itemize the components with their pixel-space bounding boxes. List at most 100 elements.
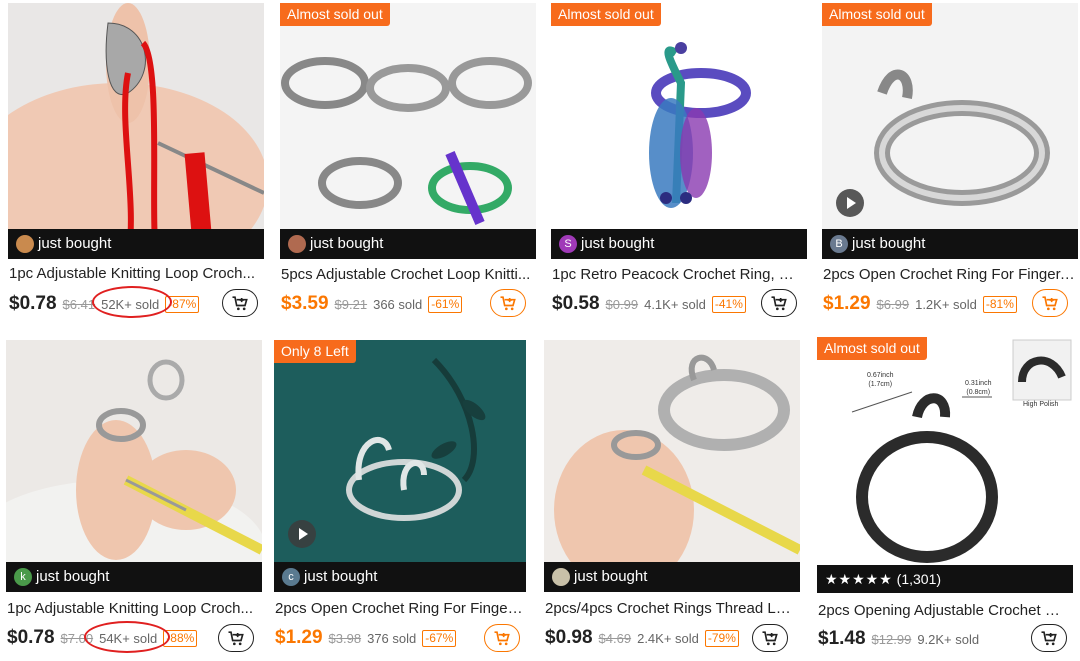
add-to-cart-icon <box>232 296 248 311</box>
price: $1.29 <box>823 293 871 314</box>
discount-badge: -61% <box>428 295 463 313</box>
just-bought-label: just bought <box>852 235 926 252</box>
product-title[interactable]: 5pcs Adjustable Crochet Loop Knitti... <box>281 266 533 283</box>
product-card[interactable]: Only 8 Left c just bought 2pcs Open Croc… <box>274 340 530 660</box>
original-price: $9.21 <box>334 296 368 312</box>
original-price: $0.99 <box>605 296 639 312</box>
product-image[interactable]: Only 8 Left c just bought <box>274 340 526 592</box>
sold-count: 4.1K+ sold <box>644 296 706 312</box>
price: $0.98 <box>545 627 593 648</box>
add-to-cart-button[interactable] <box>1032 289 1068 317</box>
add-to-cart-icon <box>500 296 516 311</box>
price-row: $3.59 $9.21 366 sold -61% <box>281 291 463 317</box>
just-bought-bar: k just bought <box>6 562 262 592</box>
sold-count: 9.2K+ sold <box>917 631 980 647</box>
price: $0.78 <box>9 293 57 314</box>
original-price: $3.98 <box>328 630 362 646</box>
play-icon[interactable] <box>836 189 864 217</box>
play-icon[interactable] <box>288 520 316 548</box>
discount-badge: -79% <box>704 629 739 647</box>
product-title[interactable]: 1pc Adjustable Knitting Loop Croch... <box>7 600 259 617</box>
star-icon: ★★★★★ <box>825 571 893 587</box>
product-card[interactable]: k just bought 1pc Adjustable Knitting Lo… <box>6 340 262 660</box>
dimension-inch: 0.67inch <box>867 372 894 379</box>
dimension-cm: (1.7cm) <box>868 381 893 388</box>
product-title[interactable]: 1pc Retro Peacock Crochet Ring, Cro... <box>552 266 804 283</box>
add-to-cart-button[interactable] <box>1031 624 1067 652</box>
product-title[interactable]: 2pcs/4pcs Crochet Rings Thread Lea... <box>545 600 797 617</box>
just-bought-bar: just bought <box>544 562 800 592</box>
product-photo <box>8 3 264 259</box>
product-photo <box>280 3 536 259</box>
discount-badge: -81% <box>982 295 1017 313</box>
product-photo <box>817 337 1073 593</box>
buyer-avatar: k <box>14 568 32 586</box>
add-to-cart-button[interactable] <box>490 289 526 317</box>
add-to-cart-button[interactable] <box>218 624 254 652</box>
sold-count: 1.2K+ sold <box>915 296 977 312</box>
price-row: $1.29 $3.98 376 sold -67% <box>275 625 457 651</box>
just-bought-bar: B just bought <box>822 229 1078 259</box>
stock-badge: Only 8 Left <box>274 340 356 363</box>
product-card[interactable]: just bought 1pc Adjustable Knitting Loop… <box>8 3 264 323</box>
add-to-cart-button[interactable] <box>752 624 788 652</box>
price: $3.59 <box>281 293 329 314</box>
product-photo <box>822 3 1078 259</box>
stock-badge: Almost sold out <box>822 3 932 26</box>
sold-count: 376 sold <box>367 630 417 646</box>
price-row: $0.98 $4.69 2.4K+ sold -79% <box>545 625 739 651</box>
stock-badge: Almost sold out <box>817 337 927 360</box>
add-to-cart-icon <box>1042 296 1058 311</box>
just-bought-label: just bought <box>304 568 378 585</box>
buyer-avatar <box>552 568 570 586</box>
product-image[interactable]: Almost sold out S just bought <box>551 3 807 259</box>
just-bought-label: just bought <box>38 235 112 252</box>
review-count: (1,301) <box>896 571 942 587</box>
discount-badge: -41% <box>711 295 746 313</box>
add-to-cart-icon <box>762 631 778 646</box>
highlight-circle <box>84 621 170 653</box>
add-to-cart-button[interactable] <box>222 289 258 317</box>
buyer-avatar: S <box>559 235 577 253</box>
discount-badge: -67% <box>422 629 457 647</box>
product-title[interactable]: 2pcs Opening Adjustable Crochet W... <box>818 602 1070 619</box>
product-photo <box>274 340 526 592</box>
product-image[interactable]: k just bought <box>6 340 262 592</box>
product-card[interactable]: just bought 2pcs/4pcs Crochet Rings Thre… <box>544 340 800 660</box>
sold-count: 2.4K+ sold <box>637 630 699 646</box>
add-to-cart-icon <box>1041 631 1057 646</box>
buyer-avatar <box>16 235 34 253</box>
product-image[interactable]: Almost sold out just bought <box>280 3 536 259</box>
product-card[interactable]: 0.67inch (1.7cm) 0.31inch (0.8cm) High P… <box>817 337 1073 659</box>
just-bought-bar: c just bought <box>274 562 526 592</box>
original-price: $6.99 <box>876 296 910 312</box>
just-bought-label: just bought <box>36 568 110 585</box>
product-title[interactable]: 1pc Adjustable Knitting Loop Croch... <box>9 265 261 282</box>
product-card[interactable]: Almost sold out just bought 5pcs Adjusta… <box>280 3 536 323</box>
add-to-cart-icon <box>771 296 787 311</box>
product-title[interactable]: 2pcs Open Crochet Ring For Finger, ... <box>823 266 1075 283</box>
dimension-label: 0.31inch (0.8cm) <box>965 379 991 397</box>
add-to-cart-button[interactable] <box>761 289 797 317</box>
just-bought-label: just bought <box>574 568 648 585</box>
product-image[interactable]: just bought <box>8 3 264 259</box>
price: $0.78 <box>7 627 55 648</box>
product-card[interactable]: Almost sold out S just bought 1pc Retro … <box>551 3 807 323</box>
product-image[interactable]: Almost sold out B just bought <box>822 3 1078 259</box>
stock-badge: Almost sold out <box>280 3 390 26</box>
product-image[interactable]: just bought <box>544 340 800 592</box>
buyer-avatar: B <box>830 235 848 253</box>
price: $1.29 <box>275 627 323 648</box>
product-title[interactable]: 2pcs Open Crochet Ring For Finger ... <box>275 600 527 617</box>
price-row: $1.48 $12.99 9.2K+ sold <box>818 626 979 652</box>
price: $1.48 <box>818 628 866 649</box>
original-price: $6.41 <box>62 296 96 312</box>
product-photo <box>551 3 807 259</box>
just-bought-bar: S just bought <box>551 229 807 259</box>
product-card[interactable]: Almost sold out B just bought 2pcs Open … <box>822 3 1078 323</box>
add-to-cart-button[interactable] <box>484 624 520 652</box>
highlight-circle <box>92 286 172 318</box>
finish-label: High Polish <box>1023 401 1059 408</box>
product-image[interactable]: 0.67inch (1.7cm) 0.31inch (0.8cm) High P… <box>817 337 1073 593</box>
sold-count: 366 sold <box>373 296 423 312</box>
